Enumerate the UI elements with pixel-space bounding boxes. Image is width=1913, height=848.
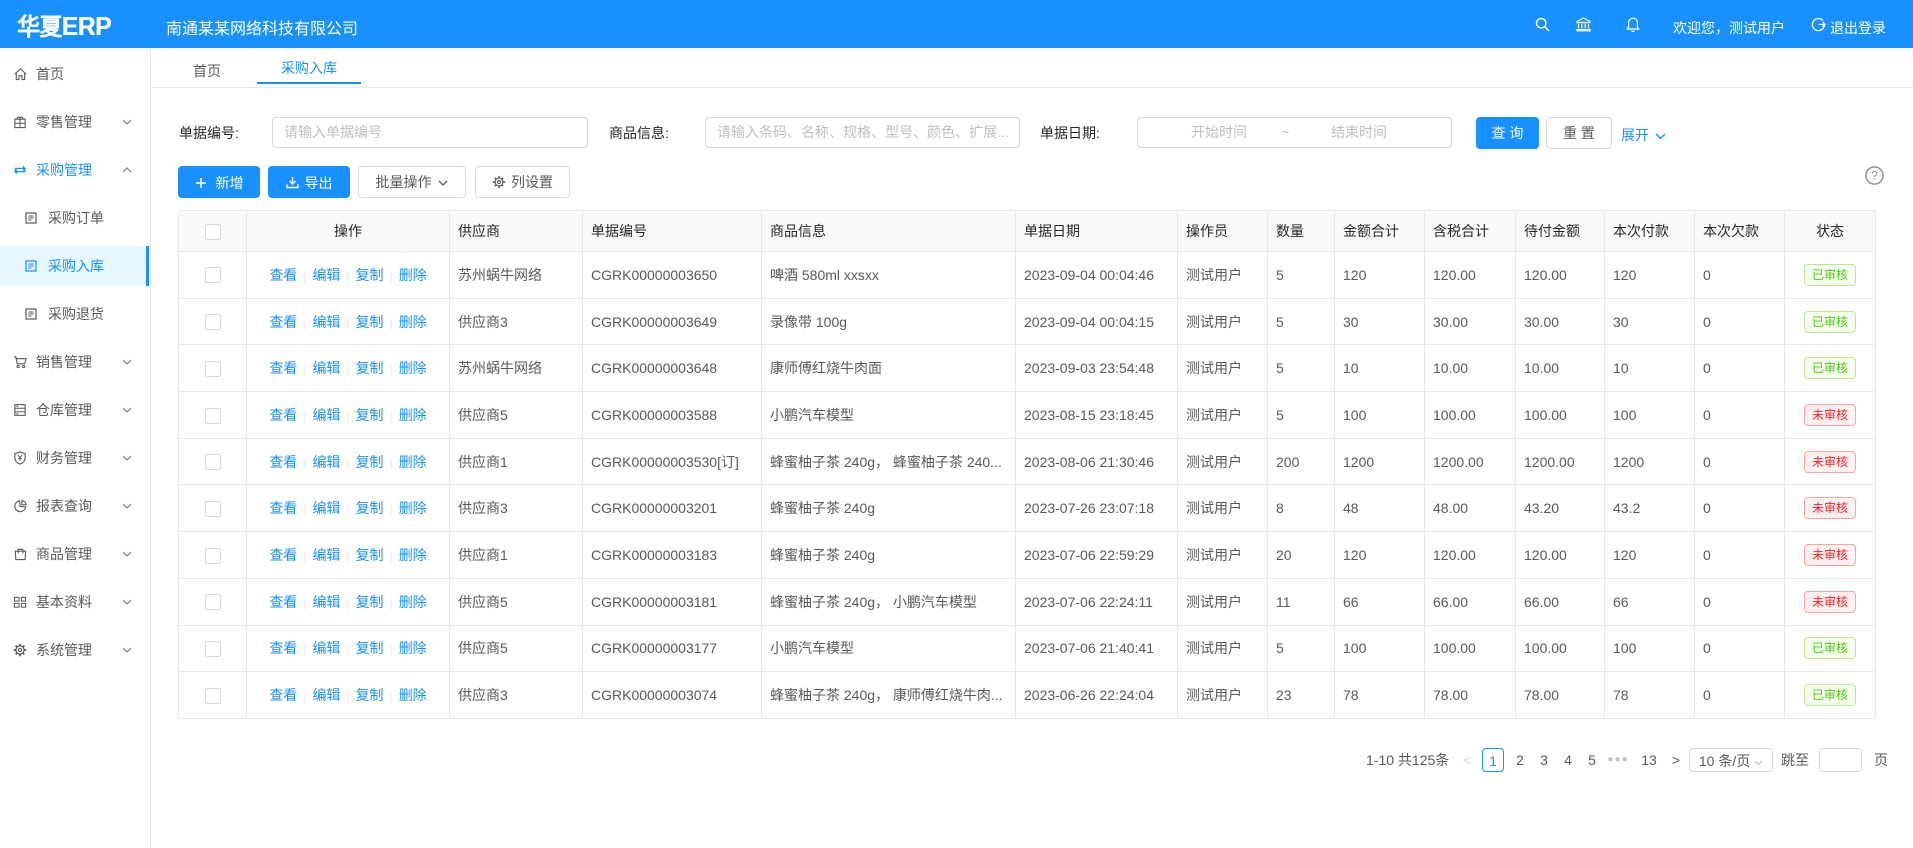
svg-text:?: ?: [1871, 169, 1878, 183]
